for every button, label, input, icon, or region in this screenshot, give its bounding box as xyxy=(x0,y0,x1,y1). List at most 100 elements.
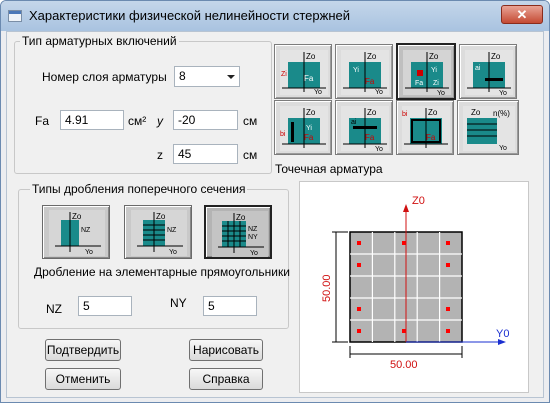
y-input[interactable]: -20 xyxy=(173,110,238,130)
svg-text:Yo: Yo xyxy=(314,89,322,96)
svg-text:Fa: Fa xyxy=(304,133,314,142)
confirm-button[interactable]: Подтвердить xyxy=(45,339,121,361)
svg-text:Zo: Zo xyxy=(491,52,501,61)
svg-text:Yo: Yo xyxy=(375,146,383,153)
rebar-type-offset-tile[interactable]: Zo Yi Fa Yo xyxy=(335,44,393,99)
svg-text:Yo: Yo xyxy=(169,249,177,256)
rebar-offset-icon: Zo Yi Fa Yo xyxy=(341,50,389,96)
split-horizontal-icon: Zo NZ Yo xyxy=(131,210,187,256)
svg-text:Yo: Yo xyxy=(250,250,258,257)
ny-label: NY xyxy=(170,296,187,310)
svg-text:NZ: NZ xyxy=(81,227,91,234)
rebar-type-frame-tile[interactable]: bi Zo Fa xyxy=(396,100,454,155)
nz-input[interactable]: 5 xyxy=(78,296,132,316)
rebar-frame-icon: bi Zo Fa xyxy=(402,106,450,151)
help-button[interactable]: Справка xyxy=(189,368,263,390)
split-caption: Дробление на элементарные прямоугольники xyxy=(34,265,290,279)
rebar-horizontal-strip-icon: Zo ai Fa Yo xyxy=(341,106,389,153)
title-bar[interactable]: Характеристики физической нелинейности с… xyxy=(1,1,549,31)
rebar-point xyxy=(446,307,450,311)
svg-text:Fa: Fa xyxy=(365,77,375,86)
rebar-point xyxy=(446,241,450,245)
nz-label: NZ xyxy=(46,302,62,316)
reinforcement-group-label: Тип арматурных включений xyxy=(20,34,179,48)
svg-text:Zo: Zo xyxy=(367,52,377,61)
window-title: Характеристики физической нелинейности с… xyxy=(29,8,350,23)
rebar-point xyxy=(357,263,361,267)
rebar-point xyxy=(446,263,450,267)
svg-text:bi: bi xyxy=(402,111,408,118)
z-axis-label: Z0 xyxy=(412,195,425,207)
section-preview-drawing: Z0 Y0 50.00 50.00 xyxy=(321,195,509,371)
draw-button[interactable]: Нарисовать xyxy=(189,339,263,361)
rebar-point xyxy=(402,329,406,333)
ny-input[interactable]: 5 xyxy=(203,296,257,316)
svg-text:bi: bi xyxy=(280,131,286,138)
window-icon xyxy=(8,10,22,22)
layer-number-select[interactable]: 8 xyxy=(174,66,240,87)
chevron-down-icon[interactable] xyxy=(222,67,239,86)
rebar-vertical-strip-icon: Zo Yi Fa bi xyxy=(280,106,328,151)
svg-text:Fa: Fa xyxy=(304,74,314,83)
z-input[interactable]: 45 xyxy=(173,144,238,164)
svg-text:Zo: Zo xyxy=(72,212,82,221)
height-dimension-label: 50.00 xyxy=(321,274,333,302)
svg-text:Zi: Zi xyxy=(281,71,287,78)
fa-unit: см² xyxy=(128,114,147,128)
cancel-button[interactable]: Отменить xyxy=(45,368,121,390)
svg-text:Yo: Yo xyxy=(499,90,507,97)
rebar-type-percent-tile[interactable]: Zo n(%) Yo xyxy=(457,100,519,155)
z-axis-arrow-icon xyxy=(403,204,409,212)
layer-number-label: Номер слоя арматуры xyxy=(42,70,167,84)
rebar-point xyxy=(357,329,361,333)
z-unit: см xyxy=(243,148,258,162)
rebar-corner-icon: Zo Yo Fa Zi xyxy=(280,50,328,96)
svg-text:Yo: Yo xyxy=(85,249,93,256)
svg-text:Zo: Zo xyxy=(306,108,316,117)
svg-text:n(%): n(%) xyxy=(493,109,510,118)
fa-input[interactable]: 4.91 xyxy=(60,110,124,130)
svg-text:ai: ai xyxy=(475,65,481,72)
rebar-point-icon: Zo Yi Fa Zi Yo xyxy=(403,50,451,97)
svg-text:Yi: Yi xyxy=(353,67,359,74)
close-button[interactable]: ✕ xyxy=(501,5,543,24)
z-label: z xyxy=(157,148,163,162)
y-axis-label: Y0 xyxy=(496,328,509,340)
svg-text:Yo: Yo xyxy=(499,145,507,152)
section-preview: Z0 Y0 50.00 50.00 xyxy=(299,181,529,393)
rebar-type-caption: Точечная арматура xyxy=(275,162,383,176)
svg-text:NZ: NZ xyxy=(167,227,177,234)
fa-label: Fa xyxy=(35,114,50,128)
svg-text:Fa: Fa xyxy=(426,133,436,142)
svg-text:Yo: Yo xyxy=(375,89,383,96)
layer-number-value: 8 xyxy=(179,69,186,83)
split-grid-tile[interactable]: Zo NZ NY Yo xyxy=(204,205,272,259)
rebar-point xyxy=(357,307,361,311)
svg-text:Zo: Zo xyxy=(367,108,377,117)
rebar-line-icon: Zo ai Yo xyxy=(465,50,513,97)
rebar-type-horizontal-strip-tile[interactable]: Zo ai Fa Yo xyxy=(335,100,393,155)
split-horizontal-tile[interactable]: Zo NZ Yo xyxy=(124,205,192,259)
rebar-point xyxy=(402,241,406,245)
rebar-point xyxy=(446,329,450,333)
svg-text:Zo: Zo xyxy=(236,213,246,222)
rebar-type-line-tile[interactable]: Zo ai Yo xyxy=(459,44,517,99)
svg-text:Yo: Yo xyxy=(437,90,445,97)
svg-text:Yi: Yi xyxy=(306,125,312,132)
rebar-type-point-tile[interactable]: Zo Yi Fa Zi Yo xyxy=(396,43,456,100)
rebar-percent-icon: Zo n(%) Yo xyxy=(463,106,515,152)
svg-text:Zo: Zo xyxy=(471,108,481,117)
svg-text:Fa: Fa xyxy=(415,80,423,87)
svg-text:Zi: Zi xyxy=(433,80,439,87)
svg-text:Zo: Zo xyxy=(306,52,316,61)
svg-text:Zo: Zo xyxy=(156,212,166,221)
rebar-type-vertical-strip-tile[interactable]: Zo Yi Fa bi xyxy=(274,100,332,155)
split-group-label: Типы дробления поперечного сечения xyxy=(30,182,248,196)
rebar-point xyxy=(357,241,361,245)
dialog-body: Тип арматурных включений Номер слоя арма… xyxy=(6,31,544,398)
svg-text:NY: NY xyxy=(248,234,258,241)
split-none-tile[interactable]: Zo NZ Yo xyxy=(42,205,110,259)
y-label: y xyxy=(157,114,163,128)
rebar-type-corner-tile[interactable]: Zo Yo Fa Zi xyxy=(274,44,332,99)
svg-text:NZ: NZ xyxy=(248,226,258,233)
